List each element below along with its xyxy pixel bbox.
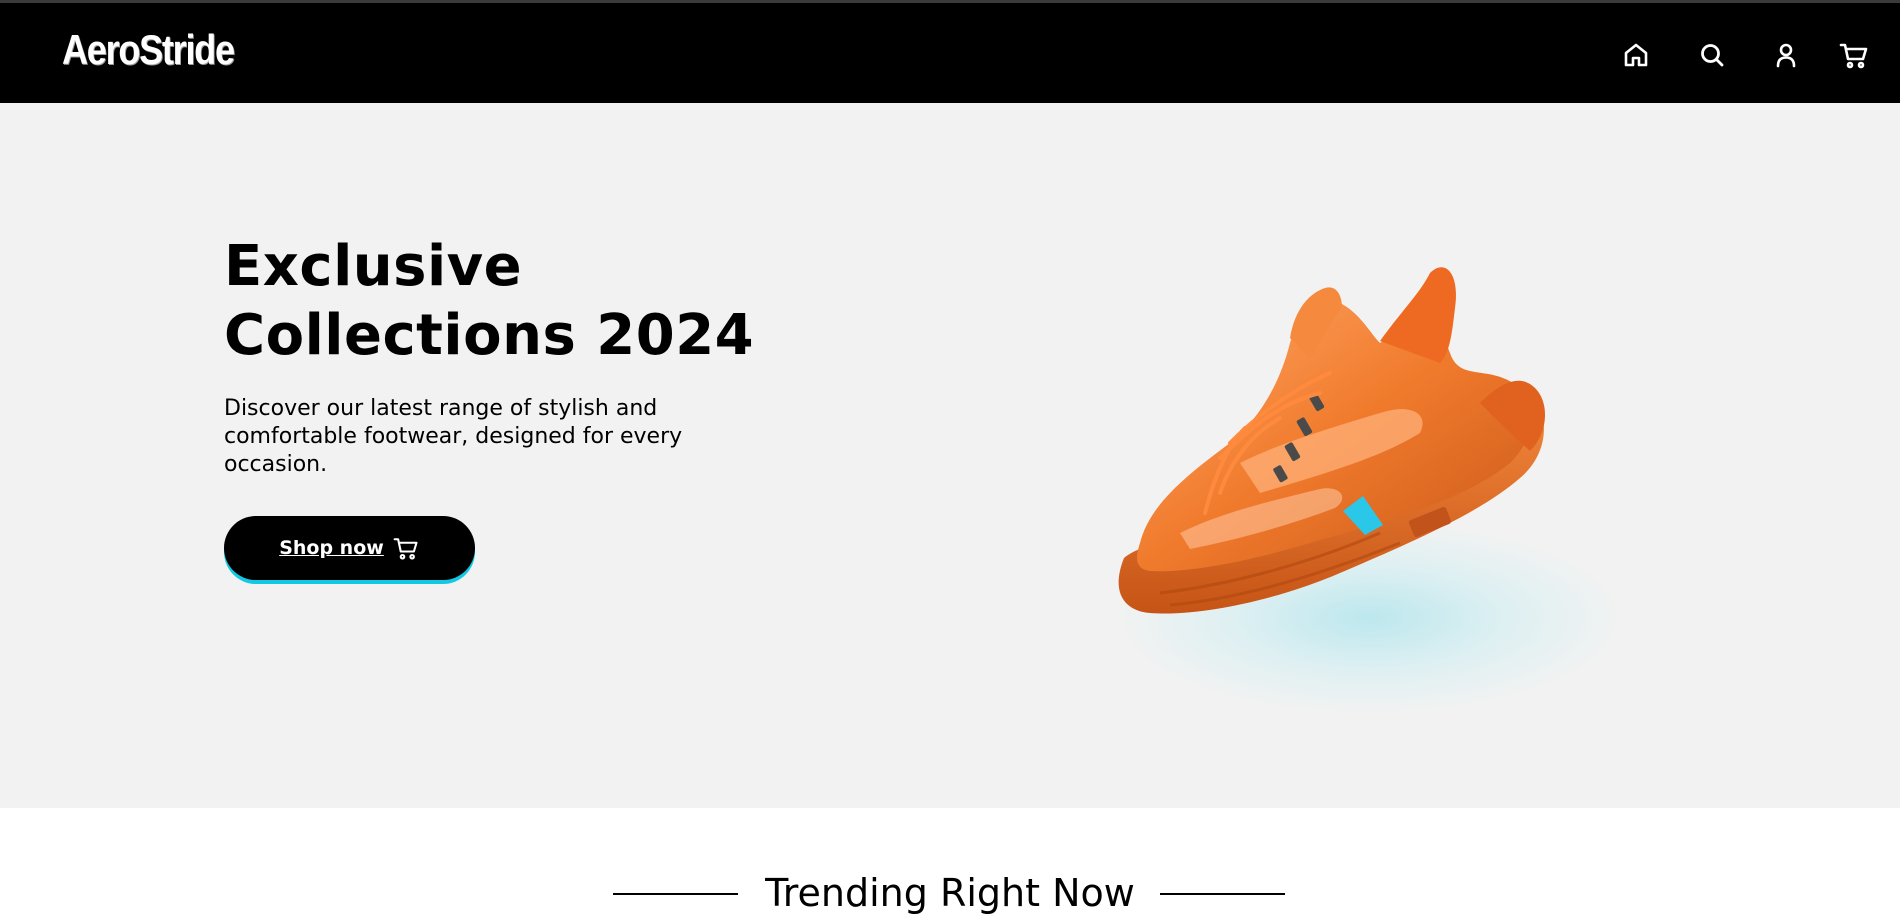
search-icon[interactable]: [1696, 39, 1728, 71]
hero-title-line1: Exclusive: [224, 234, 523, 299]
hero-description: Discover our latest range of stylish and…: [224, 396, 683, 477]
hero-title: Exclusive Collections 2024: [224, 232, 784, 370]
hero-section: Exclusive Collections 2024 Discover our …: [0, 103, 1900, 808]
trending-section: Trending Right Now: [0, 866, 1900, 915]
trending-title: Trending Right Now: [765, 871, 1135, 915]
navbar: AeroStride: [0, 3, 1900, 103]
cart-icon: [393, 538, 418, 560]
home-icon[interactable]: [1620, 39, 1652, 71]
brand-logo[interactable]: AeroStride: [62, 29, 235, 71]
divider-right: [1160, 893, 1285, 895]
cart-icon[interactable]: [1838, 39, 1870, 71]
sneaker-illustration: [1118, 267, 1546, 614]
shop-now-label: Shop now: [279, 537, 384, 559]
hero-image-sneaker: [1080, 213, 1640, 733]
shop-now-button[interactable]: Shop now: [224, 516, 475, 580]
account-icon[interactable]: [1770, 39, 1802, 71]
hero-title-line2: Collections 2024: [224, 303, 755, 368]
